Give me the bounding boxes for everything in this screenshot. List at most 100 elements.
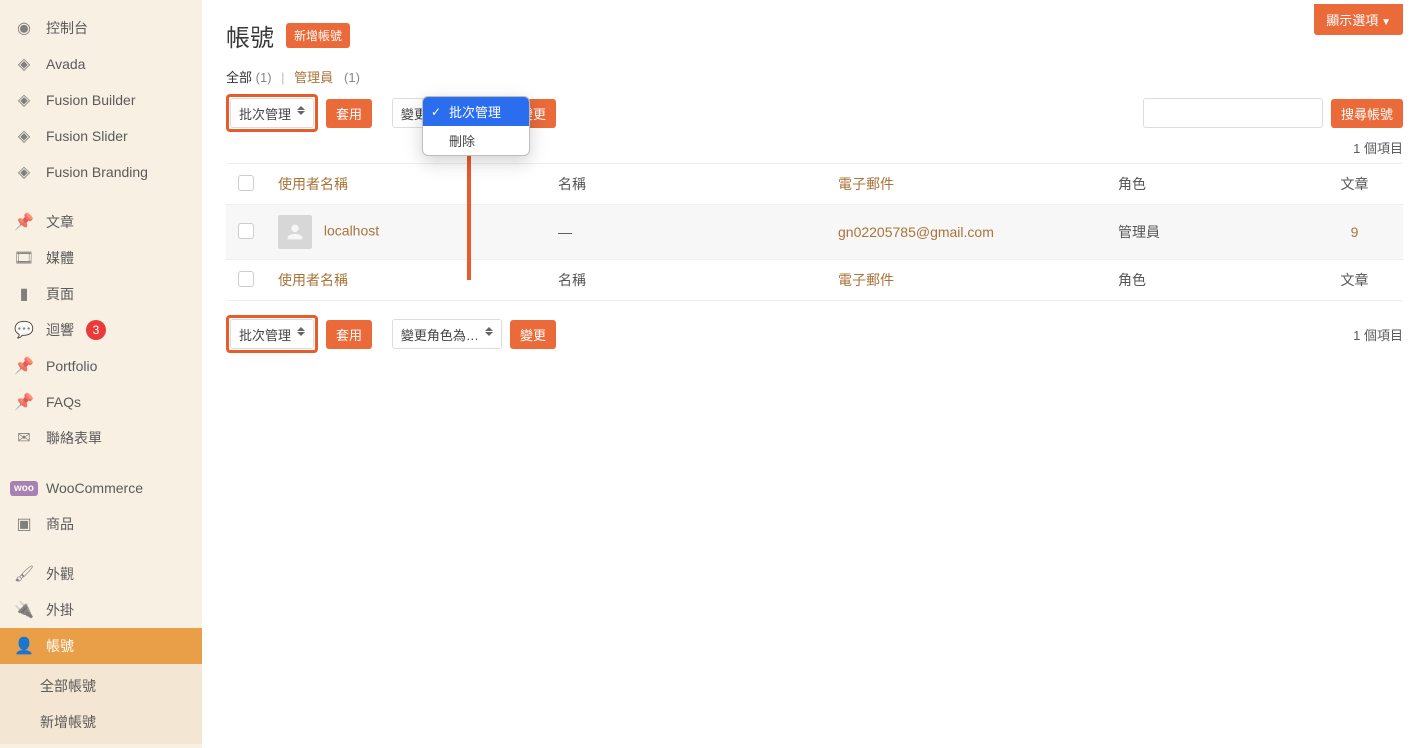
main-content: 顯示選項 帳號 新增帳號 全部 (1) | 管理員 (1) 批次管理 套用 變更… <box>202 0 1425 748</box>
pin-icon: 📌 <box>14 212 34 232</box>
sidebar-item-pages[interactable]: ▮ 頁面 <box>0 276 202 312</box>
comment-count-badge: 3 <box>86 320 106 340</box>
sidebar-item-faqs[interactable]: 📌 FAQs <box>0 384 202 420</box>
col-name: 名稱 <box>546 164 826 205</box>
user-role: 管理員 <box>1106 205 1306 260</box>
filter-all-count: (1) <box>256 70 272 85</box>
item-count-bottom: 1 個項目 <box>1353 325 1403 344</box>
col-name-foot: 名稱 <box>546 260 826 301</box>
sidebar-item-contact-form[interactable]: ✉ 聯絡表單 <box>0 420 202 456</box>
sidebar-item-portfolio[interactable]: 📌 Portfolio <box>0 348 202 384</box>
media-icon: 🎞 <box>14 248 34 268</box>
filter-admin-link[interactable]: 管理員 <box>294 70 333 85</box>
filter-all-link[interactable]: 全部 <box>226 70 252 85</box>
sidebar-item-products[interactable]: ▣ 商品 <box>0 506 202 542</box>
add-new-button[interactable]: 新增帳號 <box>286 23 350 48</box>
plug-icon: 🔌 <box>14 600 34 620</box>
comment-icon: 💬 <box>14 320 34 340</box>
filter-admin-count: (1) <box>344 70 360 85</box>
sidebar-item-label: 帳號 <box>46 636 74 656</box>
sidebar-item-woocommerce[interactable]: woo WooCommerce <box>0 470 202 506</box>
user-name: — <box>546 205 826 260</box>
sidebar-item-comments[interactable]: 💬 迴響 3 <box>0 312 202 348</box>
user-avatar <box>278 215 312 249</box>
sidebar-item-posts[interactable]: 📌 文章 <box>0 204 202 240</box>
pin-icon: 📌 <box>14 392 34 412</box>
select-all-bottom[interactable] <box>238 271 254 287</box>
search-users-input[interactable] <box>1143 98 1323 128</box>
select-all-top[interactable] <box>238 175 254 191</box>
user-icon: 👤 <box>14 636 34 656</box>
sidebar-item-appearance[interactable]: 🖌 外觀 <box>0 556 202 592</box>
bulk-apply-button-bottom[interactable]: 套用 <box>326 320 372 349</box>
avada-icon: ◈ <box>14 126 34 146</box>
avada-icon: ◈ <box>14 162 34 182</box>
sidebar-item-plugins[interactable]: 🔌 外掛 <box>0 592 202 628</box>
annotation-arrow <box>464 140 474 280</box>
user-email-link[interactable]: gn02205785@gmail.com <box>838 224 994 240</box>
row-checkbox[interactable] <box>238 223 254 239</box>
search-users-button[interactable]: 搜尋帳號 <box>1331 99 1403 128</box>
col-email-foot[interactable]: 電子郵件 <box>838 272 894 288</box>
sidebar-sub-add-user[interactable]: 新增帳號 <box>0 704 202 744</box>
sidebar-item-label: WooCommerce <box>46 480 143 496</box>
bulk-apply-button-top[interactable]: 套用 <box>326 99 372 128</box>
col-username[interactable]: 使用者名稱 <box>278 176 348 192</box>
sidebar-item-label: 控制台 <box>46 18 88 38</box>
col-role: 角色 <box>1106 164 1306 205</box>
user-filter-links: 全部 (1) | 管理員 (1) <box>226 67 1403 86</box>
user-username-link[interactable]: localhost <box>324 223 379 239</box>
sidebar-sub-all-users[interactable]: 全部帳號 <box>0 664 202 704</box>
table-row: localhost — gn02205785@gmail.com 管理員 9 <box>226 205 1403 260</box>
sidebar-item-label: 媒體 <box>46 248 74 268</box>
user-posts-link[interactable]: 9 <box>1351 224 1359 240</box>
sidebar-item-label: 聯絡表單 <box>46 428 102 448</box>
sidebar-item-label: 外掛 <box>46 600 74 620</box>
dropdown-option-bulk[interactable]: 批次管理 <box>423 97 529 126</box>
sidebar-item-label: Avada <box>46 56 85 72</box>
pin-icon: 📌 <box>14 356 34 376</box>
avada-icon: ◈ <box>14 54 34 74</box>
col-posts-foot: 文章 <box>1306 260 1403 301</box>
archive-icon: ▣ <box>14 514 34 534</box>
sidebar-item-users[interactable]: 👤 帳號 <box>0 628 202 664</box>
sidebar-item-label: Fusion Slider <box>46 128 128 144</box>
avada-icon: ◈ <box>14 90 34 110</box>
col-posts: 文章 <box>1306 164 1403 205</box>
sidebar-item-label: 商品 <box>46 514 74 534</box>
sidebar-item-fusion-branding[interactable]: ◈Fusion Branding <box>0 154 202 190</box>
bulk-action-select-top[interactable]: 批次管理 <box>230 98 314 128</box>
page-title: 帳號 <box>226 18 274 53</box>
item-count-top: 1 個項目 <box>1353 141 1403 156</box>
bulk-action-dropdown-open: 批次管理 刪除 <box>422 96 530 156</box>
change-role-button-bottom[interactable]: 變更 <box>510 320 556 349</box>
gauge-icon: ◉ <box>14 18 34 38</box>
users-table: 使用者名稱 名稱 電子郵件 角色 文章 localhost — gn022057… <box>226 163 1403 301</box>
col-email[interactable]: 電子郵件 <box>838 176 894 192</box>
envelope-icon: ✉ <box>14 428 34 448</box>
sidebar-item-label: 文章 <box>46 212 74 232</box>
sidebar-item-dashboard[interactable]: ◉ 控制台 <box>0 10 202 46</box>
dropdown-option-delete[interactable]: 刪除 <box>423 126 529 155</box>
sidebar-item-label: Portfolio <box>46 358 97 374</box>
sidebar-item-media[interactable]: 🎞 媒體 <box>0 240 202 276</box>
brush-icon: 🖌 <box>14 564 34 584</box>
sidebar-item-fusion-slider[interactable]: ◈ Fusion Slider <box>0 118 202 154</box>
sidebar-item-label: 迴響 <box>46 320 74 340</box>
screen-options-toggle[interactable]: 顯示選項 <box>1314 4 1403 35</box>
bulk-action-select-bottom[interactable]: 批次管理 <box>230 319 314 349</box>
woo-icon: woo <box>14 478 34 498</box>
change-role-select-bottom[interactable]: 變更角色為… <box>392 319 502 349</box>
annotation-highlight-bottom: 批次管理 <box>226 315 318 353</box>
sidebar-item-label: Fusion Builder <box>46 92 136 108</box>
sidebar-item-label: 頁面 <box>46 284 74 304</box>
sidebar-item-label: 外觀 <box>46 564 74 584</box>
annotation-highlight-top: 批次管理 <box>226 94 318 132</box>
sidebar-item-label: FAQs <box>46 394 81 410</box>
admin-sidebar: ◉ 控制台 ◈ Avada ◈ Fusion Builder ◈ Fusion Slid… <box>0 0 202 748</box>
col-username-foot[interactable]: 使用者名稱 <box>278 272 348 288</box>
sidebar-item-avada[interactable]: ◈ Avada <box>0 46 202 82</box>
col-role-foot: 角色 <box>1106 260 1306 301</box>
page-icon: ▮ <box>14 284 34 304</box>
sidebar-item-fusion-builder[interactable]: ◈ Fusion Builder <box>0 82 202 118</box>
